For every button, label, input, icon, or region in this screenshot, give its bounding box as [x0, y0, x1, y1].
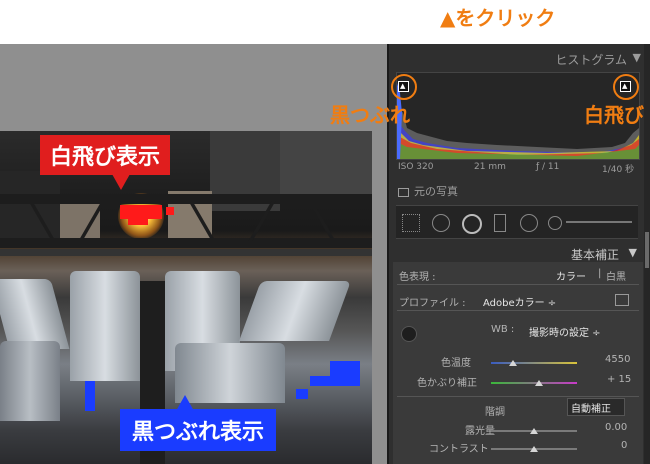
panel-scroll-thumb[interactable]	[645, 232, 649, 268]
focal-length-value: 21 mm	[474, 162, 506, 172]
contrast-slider-knob[interactable]	[530, 446, 538, 452]
shadow-clip-callout: 黒つぶれ	[330, 103, 410, 127]
click-triangle-callout: ▲をクリック	[440, 6, 556, 30]
exposure-value[interactable]: 0.00	[605, 422, 627, 433]
treatment-separator: |	[598, 268, 602, 279]
auto-tone-label[interactable]: 自動補正	[571, 400, 611, 415]
graduated-filter-icon[interactable]	[494, 214, 506, 232]
histogram-title: ヒストグラム	[555, 53, 627, 67]
profile-label: プロファイル :	[399, 298, 466, 309]
brush-icon[interactable]	[548, 216, 562, 230]
triangle-down-icon[interactable]: ▼	[629, 246, 637, 259]
checkbox-icon[interactable]	[398, 187, 409, 197]
contrast-value[interactable]: 0	[621, 440, 627, 451]
original-photo-label: 元の写真	[414, 185, 458, 198]
tint-value[interactable]: + 15	[607, 374, 631, 385]
basic-panel-body: 色表現 : カラー | 白黒 プロファイル : Adobeカラー ÷ WB : …	[393, 262, 643, 464]
crop-grid-icon[interactable]	[402, 214, 420, 232]
temperature-label: 色温度	[441, 358, 471, 369]
wb-label: WB :	[491, 324, 515, 335]
triangle-down-icon[interactable]: ▼	[633, 51, 641, 64]
exif-info-row: ISO 320 21 mm ƒ / 11 1/40 秒	[396, 160, 638, 176]
shadow-clipping-label: 黒つぶれ表示	[120, 409, 277, 451]
tint-label: 色かぶり補正	[417, 378, 477, 389]
highlight-clipping-toggle[interactable]: ▲	[620, 81, 631, 92]
iso-value: ISO 320	[398, 162, 434, 172]
profile-browser-icon[interactable]	[615, 294, 629, 306]
aperture-value: ƒ / 11	[536, 162, 560, 172]
highlight-clipping-label: 白飛び表示	[40, 135, 171, 175]
temperature-value[interactable]: 4550	[605, 354, 630, 365]
original-photo-toggle[interactable]: 元の写真	[398, 183, 458, 199]
divider	[397, 284, 639, 285]
divider	[397, 310, 639, 311]
redeye-icon[interactable]	[462, 214, 482, 234]
shutter-value: 1/40 秒	[602, 165, 635, 175]
shadow-clipping-toggle[interactable]: ▲	[398, 81, 409, 92]
highlight-clip-callout: 白飛び	[584, 103, 644, 127]
treatment-color-option[interactable]: カラー	[556, 268, 586, 283]
exposure-slider-knob[interactable]	[530, 428, 538, 434]
divider	[397, 396, 639, 397]
contrast-label: コントラスト	[429, 444, 489, 455]
tint-slider-knob[interactable]	[535, 380, 543, 386]
radial-filter-icon[interactable]	[520, 214, 538, 232]
basic-panel-title: 基本補正	[570, 248, 619, 262]
highlight-label-pointer	[112, 174, 130, 190]
tint-slider[interactable]	[491, 382, 577, 384]
treatment-bw-option[interactable]: 白黒	[606, 268, 626, 283]
spot-removal-icon[interactable]	[432, 214, 450, 232]
histogram-header[interactable]: ヒストグラム ▼	[393, 48, 643, 70]
profile-dropdown[interactable]: Adobeカラー ÷	[483, 294, 556, 309]
brush-size-slider[interactable]	[566, 221, 632, 223]
treatment-label: 色表現 :	[399, 272, 436, 283]
tool-strip	[396, 205, 638, 239]
wb-dropdown[interactable]: 撮影時の設定 ÷	[529, 324, 601, 339]
temperature-slider[interactable]	[491, 362, 577, 364]
eyedropper-icon[interactable]	[401, 326, 417, 342]
tone-label: 階調	[485, 407, 505, 418]
shadow-label-pointer	[176, 395, 194, 411]
temperature-slider-knob[interactable]	[509, 360, 517, 366]
